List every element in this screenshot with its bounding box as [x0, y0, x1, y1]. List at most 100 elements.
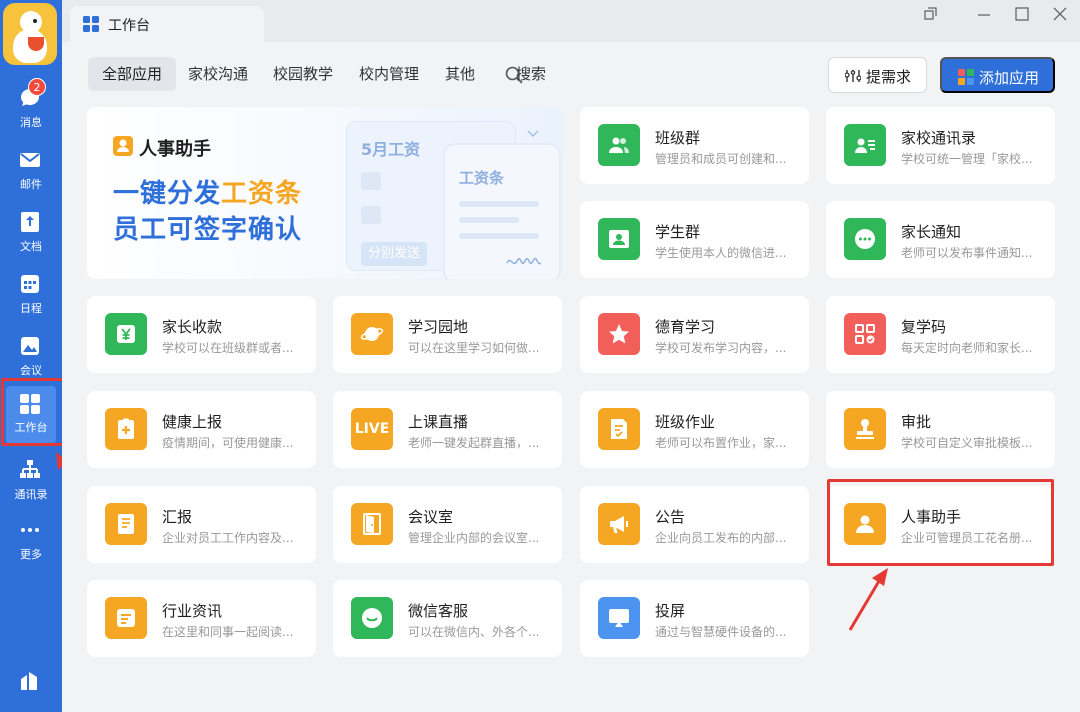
app-desc: 学校可发布学习内容，... — [655, 341, 787, 355]
filter-all-apps[interactable]: 全部应用 — [88, 57, 177, 91]
banner-headline-2: 员工可签字确认 — [113, 215, 303, 245]
star-icon — [598, 313, 640, 355]
sidebar-item-label: 邮件 — [20, 178, 42, 191]
app-desc: 管理企业内部的会议室... — [408, 531, 540, 545]
unread-badge: 2 — [28, 78, 46, 96]
app-card-meeting-room[interactable]: 会议室 管理企业内部的会议室... — [333, 486, 562, 563]
app-card-report[interactable]: 汇报 企业对员工工作内容及... — [87, 486, 316, 563]
sidebar-item-messages[interactable]: 2 消息 — [0, 78, 62, 138]
app-name: 班级作业 — [655, 413, 716, 431]
sidebar-item-label: 更多 — [20, 548, 42, 561]
tab-workbench[interactable]: 工作台 — [70, 6, 264, 42]
title-bar: 工作台 — [62, 0, 1080, 42]
app-desc: 学生使用本人的微信进... — [655, 246, 787, 260]
filter-campus-teaching[interactable]: 校园教学 — [259, 57, 347, 91]
app-desc: 企业向员工发布的内部... — [655, 531, 787, 545]
app-card-parent-notice[interactable]: 家长通知 老师可以发布事件通知... — [826, 201, 1055, 278]
payslip-illustration: 工资条 — [443, 143, 561, 279]
main-window: 工作台 全部应用 家校沟通 校园教学 校内管理 其他 搜索 提需求 添加应用 人… — [62, 0, 1080, 712]
highlight-box-workbench — [1, 378, 65, 446]
door-icon — [351, 503, 393, 545]
app-desc: 老师一键发起群直播，... — [408, 436, 540, 450]
app-name: 学习园地 — [408, 318, 469, 336]
app-card-announcement[interactable]: 公告 企业向员工发布的内部... — [580, 486, 809, 563]
app-card-approval[interactable]: 审批 学校可自定义审批模板... — [826, 391, 1055, 468]
sidebar-item-docs[interactable]: 文档 — [0, 206, 62, 262]
report-icon — [105, 503, 147, 545]
planet-icon — [351, 313, 393, 355]
search-button[interactable]: 搜索 — [516, 57, 560, 91]
request-feature-button[interactable]: 提需求 — [828, 57, 927, 93]
close-icon[interactable] — [1050, 4, 1070, 24]
sidebar: 2 消息 邮件 文档 日程 会议 工作台 通讯录 更多 — [0, 0, 62, 712]
app-logo — [3, 3, 57, 65]
hr-assistant-banner[interactable]: 人事助手 一键分发工资条 员工可签字确认 5月工资 分别发送 工资条 — [87, 107, 563, 279]
app-card-home-school-contacts[interactable]: 家校通讯录 学校可统一管理「家校... — [826, 107, 1055, 184]
homework-icon — [598, 408, 640, 450]
send-separately-button: 分别发送 — [361, 242, 427, 266]
sidebar-item-label: 日程 — [20, 302, 42, 315]
app-name: 家长收款 — [162, 318, 223, 336]
app-desc: 疫情期间，可使用健康... — [162, 436, 294, 450]
sidebar-item-mail[interactable]: 邮件 — [0, 144, 62, 200]
minimize-icon[interactable] — [974, 4, 994, 24]
app-card-student-group[interactable]: 学生群 学生使用本人的微信进... — [580, 201, 809, 278]
maximize-icon[interactable] — [1012, 4, 1032, 24]
highlight-box-hr-assistant — [827, 479, 1054, 566]
sidebar-item-label: 会议 — [20, 364, 42, 377]
app-card-health-report[interactable]: 健康上报 疫情期间，可使用健康... — [87, 391, 316, 468]
app-card-homework[interactable]: 班级作业 老师可以布置作业，家... — [580, 391, 809, 468]
app-name: 家长通知 — [901, 223, 962, 241]
student-group-icon — [598, 218, 640, 260]
app-desc: 企业对员工工作内容及... — [162, 531, 294, 545]
app-desc: 老师可以布置作业，家... — [655, 436, 787, 450]
tab-label: 工作台 — [108, 18, 150, 34]
app-name: 德育学习 — [655, 318, 716, 336]
app-card-live-class[interactable]: LIVE 上课直播 老师一键发起群直播，... — [333, 391, 562, 468]
app-desc: 可以在微信内、外各个... — [408, 625, 540, 639]
app-desc: 管理员和成员可创建和... — [655, 152, 787, 166]
document-icon — [21, 212, 39, 232]
app-card-class-group[interactable]: 班级群 管理员和成员可创建和... — [580, 107, 809, 184]
sidebar-item-calendar[interactable]: 日程 — [0, 268, 62, 324]
more-dots-icon — [21, 528, 39, 532]
hr-assistant-icon — [113, 136, 133, 156]
app-name: 班级群 — [655, 129, 701, 147]
live-icon: LIVE — [351, 408, 393, 450]
popout-window-icon[interactable] — [920, 4, 940, 24]
filter-school-management[interactable]: 校内管理 — [345, 57, 433, 91]
filter-toolbar: 全部应用 家校沟通 校园教学 校内管理 其他 搜索 提需求 添加应用 — [62, 42, 1080, 102]
salary-card-title: 5月工资 — [361, 140, 421, 159]
app-desc: 可以在这里学习如何做... — [408, 341, 540, 355]
app-card-moral-education[interactable]: 德育学习 学校可发布学习内容，... — [580, 296, 809, 373]
app-card-industry-news[interactable]: 行业资讯 在这里和同事一起阅读... — [87, 580, 316, 657]
app-name: 家校通讯录 — [901, 129, 977, 147]
app-card-return-code[interactable]: 复学码 每天定时向老师和家长... — [826, 296, 1055, 373]
screen-cast-icon — [598, 597, 640, 639]
sidebar-item-label: 文档 — [20, 240, 42, 253]
mail-icon — [20, 153, 40, 167]
filter-other[interactable]: 其他 — [431, 57, 489, 91]
app-name: 公告 — [655, 508, 686, 526]
filter-home-school[interactable]: 家校沟通 — [174, 57, 262, 91]
qr-code-icon — [844, 313, 886, 355]
app-name: 复学码 — [901, 318, 947, 336]
annotation-arrow-icon — [848, 568, 888, 631]
banner-title: 人事助手 — [139, 139, 211, 160]
banner-headline-1: 一键分发工资条 — [113, 179, 303, 209]
megaphone-icon — [598, 503, 640, 545]
add-app-button[interactable]: 添加应用 — [940, 57, 1055, 93]
app-name: 行业资讯 — [162, 602, 223, 620]
customer-service-icon — [351, 597, 393, 639]
workspace-icon[interactable] — [18, 670, 42, 692]
app-card-parent-payment[interactable]: 家长收款 学校可以在班级群或者... — [87, 296, 316, 373]
app-name: 会议室 — [408, 508, 454, 526]
app-name: 学生群 — [655, 223, 701, 241]
add-app-label: 添加应用 — [979, 70, 1040, 87]
org-chart-icon — [20, 460, 40, 478]
app-card-wechat-service[interactable]: 微信客服 可以在微信内、外各个... — [333, 580, 562, 657]
app-card-screen-cast[interactable]: 投屏 通过与智慧硬件设备的... — [580, 580, 809, 657]
app-card-study-corner[interactable]: 学习园地 可以在这里学习如何做... — [333, 296, 562, 373]
app-name: 健康上报 — [162, 413, 223, 431]
notice-bubble-icon — [844, 218, 886, 260]
